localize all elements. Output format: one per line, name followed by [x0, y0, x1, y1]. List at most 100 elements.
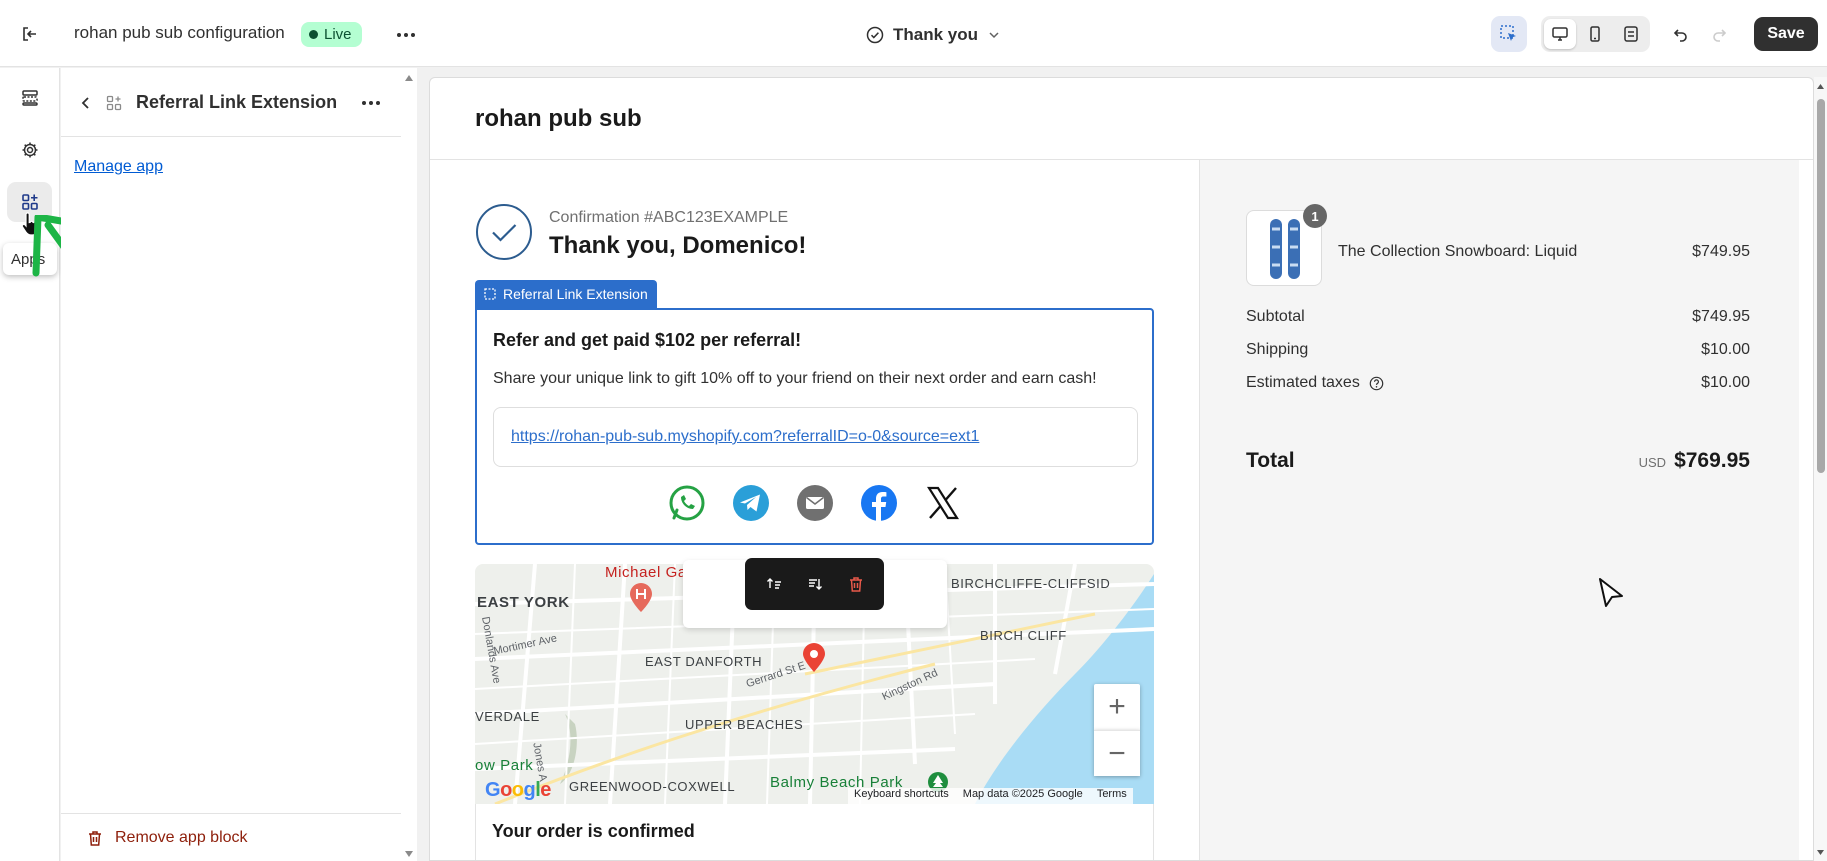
- subtotal-value: $749.95: [1692, 308, 1750, 325]
- block-toolbar: [745, 558, 884, 610]
- google-logo: Google: [485, 779, 551, 801]
- help-circle-icon[interactable]: [1369, 376, 1384, 391]
- store-name: rohan pub sub configuration: [74, 23, 285, 42]
- sidebar-rail: [0, 68, 60, 861]
- total-row: Total USD $769.95: [1246, 449, 1750, 473]
- product-price: $749.95: [1692, 243, 1750, 260]
- canvas-scrollbar[interactable]: [1814, 77, 1827, 861]
- map-label-east-danforth: EAST DANFORTH: [645, 654, 763, 669]
- map-footer: Keyboard shortcuts Map data ©2025 Google…: [848, 788, 1133, 804]
- save-button[interactable]: Save: [1754, 17, 1818, 51]
- preview-canvas: rohan pub sub Confirmation #ABC123EXAMPL…: [429, 77, 1814, 861]
- settings-gear-icon[interactable]: [7, 130, 52, 170]
- map-zoom-out-button[interactable]: −: [1094, 730, 1140, 776]
- back-chevron-icon[interactable]: [73, 90, 99, 116]
- app-block-icon: [103, 92, 125, 114]
- live-dot-icon: [309, 30, 318, 39]
- taxes-label: Estimated taxes: [1246, 374, 1360, 391]
- referral-link-box: https://rohan-pub-sub.myshopify.com?refe…: [493, 407, 1138, 467]
- panel-title: Referral Link Extension: [136, 92, 338, 112]
- taxes-label-group: Estimated taxes: [1246, 374, 1384, 392]
- panel-footer: Remove app block: [61, 813, 401, 861]
- order-confirmed-title: Your order is confirmed: [492, 821, 695, 841]
- taxes-row: Estimated taxes $10.00: [1246, 374, 1750, 392]
- desktop-icon[interactable]: [1544, 19, 1577, 49]
- map-label-birch-cliff: BIRCH CLIFF: [980, 628, 1067, 643]
- fullscreen-icon[interactable]: [1615, 19, 1647, 49]
- status-badge-label: Live: [324, 26, 352, 43]
- remove-app-block-button[interactable]: Remove app block: [87, 829, 248, 847]
- total-value-group: USD $769.95: [1639, 449, 1750, 473]
- total-label: Total: [1246, 449, 1295, 472]
- panel-scrollbar[interactable]: [401, 68, 417, 861]
- map-label-verdale: VERDALE: [475, 709, 540, 724]
- map-label-michael: Michael Ga: [605, 564, 687, 581]
- scrollbar-thumb[interactable]: [1817, 99, 1825, 473]
- email-icon[interactable]: [795, 483, 835, 523]
- thank-you-heading: Thank you, Domenico!: [549, 232, 807, 259]
- referral-title: Refer and get paid $102 per referral!: [493, 330, 802, 350]
- remove-app-block-label: Remove app block: [115, 829, 248, 846]
- page-selector-label: Thank you: [893, 25, 979, 44]
- map-terms[interactable]: Terms: [1097, 788, 1127, 804]
- check-circle-icon: [866, 26, 884, 44]
- map-label-birchcliffe: BIRCHCLIFFE-CLIFFSID: [951, 576, 1111, 591]
- trash-icon: [89, 830, 101, 846]
- undo-icon[interactable]: [1667, 22, 1695, 48]
- select-element-icon[interactable]: [1491, 16, 1527, 52]
- panel-more-icon[interactable]: [357, 90, 385, 116]
- total-amount: $769.95: [1674, 449, 1750, 472]
- confirmation-number: Confirmation #ABC123EXAMPLE: [549, 209, 789, 226]
- shop-name: rohan pub sub: [475, 105, 642, 132]
- share-buttons: [667, 483, 963, 523]
- whatsapp-icon[interactable]: [667, 483, 707, 523]
- facebook-icon[interactable]: [859, 483, 899, 523]
- block-select-icon: [484, 288, 496, 300]
- more-actions-icon[interactable]: [393, 22, 419, 48]
- viewport-toggle: [1541, 16, 1650, 52]
- order-confirmed-block: Your order is confirmed: [475, 804, 1154, 860]
- top-bar: rohan pub sub configuration Live Thank y…: [0, 0, 1827, 67]
- extension-tag[interactable]: Referral Link Extension: [475, 280, 657, 308]
- map-data-credit: Map data ©2025 Google: [962, 788, 1083, 800]
- shipping-label: Shipping: [1246, 341, 1309, 358]
- status-badge: Live: [301, 22, 362, 47]
- pointer-cursor-icon: [1599, 578, 1623, 607]
- mobile-icon[interactable]: [1579, 19, 1611, 49]
- taxes-value: $10.00: [1701, 374, 1750, 391]
- quantity-badge: 1: [1303, 204, 1327, 228]
- exit-icon[interactable]: [16, 20, 44, 48]
- sections-icon[interactable]: [7, 78, 52, 118]
- product-name: The Collection Snowboard: Liquid: [1338, 243, 1578, 260]
- order-check-icon: [476, 204, 532, 260]
- referral-link[interactable]: https://rohan-pub-sub.myshopify.com?refe…: [511, 428, 979, 446]
- shipping-row: Shipping $10.00: [1246, 341, 1750, 359]
- settings-panel: Referral Link Extension Manage app Remov…: [61, 68, 401, 861]
- referral-extension-block[interactable]: Refer and get paid $102 per referral! Sh…: [475, 308, 1154, 545]
- page-selector[interactable]: Thank you: [866, 22, 1001, 48]
- map-label-greenwood: GREENWOOD-COXWELL: [569, 779, 736, 794]
- x-icon[interactable]: [923, 483, 963, 523]
- map-label-ow-park: ow Park: [475, 757, 534, 774]
- subtotal-label: Subtotal: [1246, 308, 1305, 325]
- move-down-icon[interactable]: [800, 569, 830, 599]
- panel-header: Referral Link Extension: [61, 68, 401, 137]
- shipping-value: $10.00: [1701, 341, 1750, 358]
- map-zoom-in-button[interactable]: +: [1094, 684, 1140, 730]
- manage-app-link[interactable]: Manage app: [74, 158, 163, 176]
- map-label-upper-beaches: UPPER BEACHES: [685, 717, 804, 732]
- hospital-marker-icon: [630, 583, 652, 612]
- redo-icon[interactable]: [1705, 22, 1733, 48]
- map-label-east-york: EAST YORK: [477, 594, 570, 611]
- shop-header: rohan pub sub: [430, 78, 1813, 160]
- location-pin-icon: [803, 643, 825, 672]
- telegram-icon[interactable]: [731, 483, 771, 523]
- move-up-icon[interactable]: [759, 569, 789, 599]
- subtotal-row: Subtotal $749.95: [1246, 308, 1750, 326]
- referral-description: Share your unique link to gift 10% off t…: [493, 370, 1097, 387]
- extension-tag-label: Referral Link Extension: [503, 286, 648, 302]
- chevron-down-icon: [989, 32, 999, 39]
- map-keyboard-shortcuts[interactable]: Keyboard shortcuts: [854, 788, 949, 804]
- delete-trash-icon[interactable]: [841, 569, 871, 599]
- currency-code: USD: [1638, 455, 1667, 470]
